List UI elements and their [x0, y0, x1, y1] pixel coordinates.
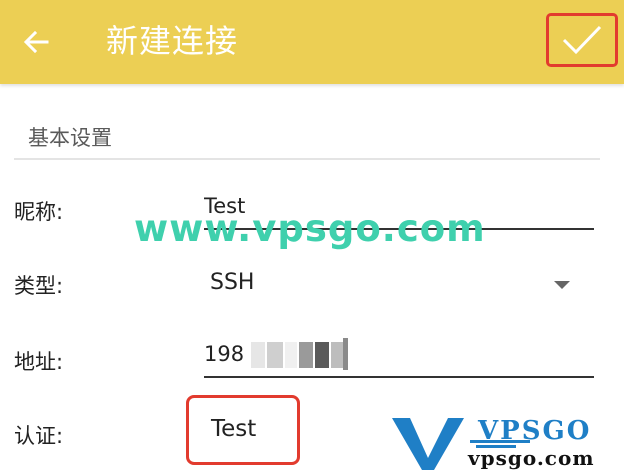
redacted-address-mosaic	[251, 342, 345, 368]
text-cursor	[343, 338, 348, 370]
vpsgo-logo: VPSGO vpsgo.com	[390, 414, 618, 472]
confirm-button[interactable]	[546, 13, 618, 67]
section-header: 基本设置	[14, 112, 600, 160]
section-title: 基本设置	[28, 126, 112, 150]
logo-brand: VPSGO	[478, 416, 592, 446]
dropdown-caret-icon	[554, 281, 570, 289]
back-button[interactable]	[14, 20, 58, 64]
app-bar: 新建连接	[0, 0, 624, 84]
auth-value: Test	[211, 416, 257, 442]
watermark-text: www.vpsgo.com	[134, 207, 486, 250]
type-label: 类型:	[14, 274, 64, 298]
address-label: 地址:	[14, 350, 64, 374]
check-icon	[562, 25, 602, 55]
type-select-value: SSH	[210, 270, 255, 295]
logo-domain: vpsgo.com	[468, 446, 595, 470]
arrow-left-icon	[23, 30, 49, 54]
nickname-label: 昵称:	[14, 200, 64, 224]
auth-label: 认证:	[14, 424, 64, 448]
page-title: 新建连接	[106, 22, 239, 60]
type-select[interactable]: SSH	[204, 262, 594, 308]
v-logo-icon	[392, 418, 464, 470]
auth-select[interactable]: Test	[186, 395, 300, 465]
